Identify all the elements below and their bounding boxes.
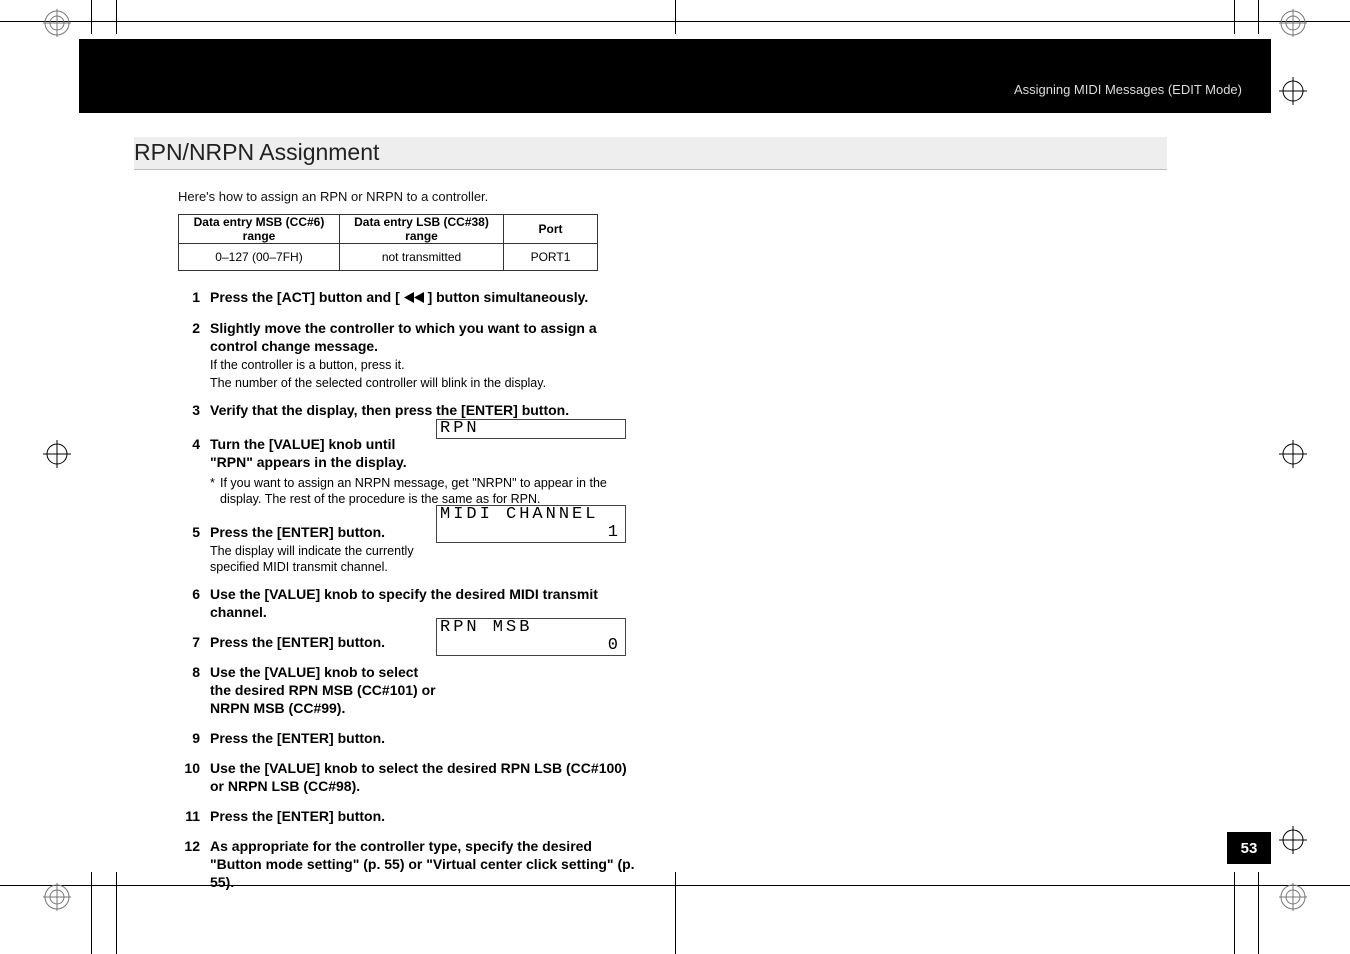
step-lead: Slightly move the controller to which yo… [210,319,640,355]
crop-rule [1234,0,1235,34]
text: Press the [ACT] button and [ [210,289,404,305]
asterisk: * [210,475,220,507]
registration-mark-icon [1279,440,1307,468]
lcd-line: RPN [437,420,625,438]
crop-rule [116,872,117,954]
step-11: 11 Press the [ENTER] button. [160,807,640,827]
step-2: 2 Slightly move the controller to which … [160,319,640,391]
registration-mark-icon [43,9,71,37]
step-number: 4 [160,435,210,507]
step-number: 8 [160,663,210,719]
procedure-steps: 1 Press the [ACT] button and [ ] button … [160,288,640,903]
rewind-icon [404,289,424,307]
cell: PORT1 [504,244,598,271]
range-table: Data entry MSB (CC#6) range Data entry L… [178,214,598,271]
registration-mark-icon [43,440,71,468]
step-lead: Press the [ENTER] button. [210,523,420,541]
breadcrumb: Assigning MIDI Messages (EDIT Mode) [1014,82,1242,97]
intro-text: Here's how to assign an RPN or NRPN to a… [178,189,488,204]
step-number: 1 [160,288,210,309]
registration-mark-icon [1279,9,1307,37]
page-header-bar: Assigning MIDI Messages (EDIT Mode) [79,39,1271,113]
step-number: 2 [160,319,210,391]
step-number: 5 [160,523,210,575]
step-lead: Press the [ENTER] button. [210,807,640,825]
registration-mark-icon [1279,826,1307,854]
cell: not transmitted [340,244,504,271]
col-header: Port [504,215,598,244]
crop-rule [91,0,92,34]
step-lead: Turn the [VALUE] knob until "RPN" appear… [210,435,440,471]
step-number: 12 [160,837,210,893]
step-number: 11 [160,807,210,827]
table-row: Data entry MSB (CC#6) range Data entry L… [179,215,598,244]
step-lead: Press the [ENTER] button. [210,729,640,747]
crop-rule [116,0,117,34]
lcd-display-rpn: RPN [436,419,626,439]
section-heading: RPN/NRPN Assignment [134,137,1167,170]
step-lead: Use the [VALUE] knob to select the desir… [210,663,440,717]
step-note: If the controller is a button, press it. [210,357,640,373]
manual-page: Assigning MIDI Messages (EDIT Mode) RPN/… [0,0,1350,954]
step-4: 4 Turn the [VALUE] knob until "RPN" appe… [160,435,640,507]
step-note: If you want to assign an NRPN message, g… [220,475,640,507]
step-number: 3 [160,401,210,421]
step-10: 10 Use the [VALUE] knob to select the de… [160,759,640,797]
col-header: Data entry LSB (CC#38) range [340,215,504,244]
step-lead: Use the [VALUE] knob to select the desir… [210,759,640,795]
step-number: 9 [160,729,210,749]
crop-rule [91,872,92,954]
page-number: 53 [1227,832,1271,864]
registration-mark-icon [43,883,71,911]
step-note: The display will indicate the currently … [210,543,420,575]
step-lead: Press the [ACT] button and [ ] button si… [210,288,640,307]
registration-mark-icon [1279,77,1307,105]
step-number: 6 [160,585,210,623]
step-1: 1 Press the [ACT] button and [ ] button … [160,288,640,309]
crop-rule [1258,0,1259,34]
cell: 0–127 (00–7FH) [179,244,340,271]
step-lead: As appropriate for the controller type, … [210,837,640,891]
step-lead: Use the [VALUE] knob to specify the desi… [210,585,640,621]
step-8: 8 Use the [VALUE] knob to select the des… [160,663,640,719]
step-number: 10 [160,759,210,797]
crop-rule [1258,872,1259,954]
lcd-line: 0 [437,637,625,655]
crop-rule [1234,872,1235,954]
step-number: 7 [160,633,210,653]
crop-cross-icon [665,0,685,34]
lcd-display-midi-channel: MIDI CHANNEL 1 [436,505,626,543]
col-header: Data entry MSB (CC#6) range [179,215,340,244]
step-9: 9 Press the [ENTER] button. [160,729,640,749]
lcd-line: MIDI CHANNEL [437,506,625,524]
table-row: 0–127 (00–7FH) not transmitted PORT1 [179,244,598,271]
step-12: 12 As appropriate for the controller typ… [160,837,640,893]
section-title: RPN/NRPN Assignment [134,139,379,166]
step-note: The number of the selected controller wi… [210,375,640,391]
text: ] button simultaneously. [428,289,589,305]
registration-mark-icon [1279,883,1307,911]
lcd-line: 1 [437,524,625,542]
lcd-display-rpn-msb: RPN MSB 0 [436,618,626,656]
crop-cross-icon [665,872,685,954]
lcd-line: RPN MSB [437,619,625,637]
step-lead: Verify that the display, then press the … [210,401,640,419]
